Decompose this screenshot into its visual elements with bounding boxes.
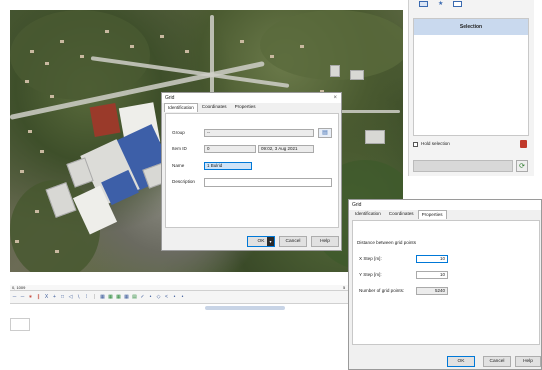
section-label: Distance between grid points (357, 240, 416, 245)
star-tool-icon[interactable]: • (148, 294, 153, 301)
name-label: Name (172, 163, 185, 168)
grid-green2-tool-icon[interactable]: ▦ (116, 294, 121, 301)
browse-group-icon[interactable]: ▤ (318, 128, 332, 138)
drawing-toolbar: ─ ─ ∗ ∥ X + □ ◁ ∖ ⁞ | ▦ ▦ ▦ ▦ ▤ ✓ • ◇ < … (10, 290, 360, 310)
ok-button[interactable]: OK ▾ (247, 236, 275, 247)
folder-icon[interactable] (453, 1, 463, 7)
tab-properties[interactable]: Properties (417, 210, 447, 219)
date-field: 09:02, 3 Aug 2021 (258, 145, 314, 153)
grid-properties-dialog: Grid Identification Coordinates Properti… (348, 199, 542, 370)
line-tool-icon[interactable]: ─ (12, 294, 17, 301)
ok-label: OK (257, 239, 265, 244)
hold-selection-label: Hold selection (421, 141, 450, 146)
point-tool-icon[interactable]: ∗ (28, 294, 33, 301)
horizontal-scrollbar[interactable] (205, 306, 285, 310)
x-step-label: X Step [m]: (359, 256, 382, 261)
tab-identification[interactable]: Identification (164, 103, 198, 112)
plus-tool-icon[interactable]: + (52, 294, 57, 301)
grid-green-tool-icon[interactable]: ▦ (108, 294, 113, 301)
grid-blue-tool-icon[interactable]: ▦ (124, 294, 129, 301)
dot2-tool-icon[interactable]: • (180, 294, 185, 301)
tab-properties[interactable]: Properties (231, 102, 260, 112)
dialog-title: Grid (165, 95, 175, 101)
polyline-tool-icon[interactable]: ─ (20, 294, 25, 301)
check-tool-icon[interactable]: ✓ (140, 294, 145, 301)
selection-list[interactable]: Selection (413, 18, 529, 136)
grid-count-field: 5240 (416, 287, 448, 295)
dialog-title: Grid (352, 202, 362, 208)
help-button[interactable]: Help (311, 236, 339, 247)
hold-selection-checkbox[interactable] (413, 142, 418, 147)
measure-tool-icon[interactable]: ∖ (76, 294, 81, 301)
identification-panel: Group -- ▤ Item ID 0 09:02, 3 Aug 2021 N… (165, 113, 339, 228)
rect-tool-icon[interactable]: □ (60, 294, 65, 301)
tab-coordinates[interactable]: Coordinates (385, 209, 418, 219)
grid-alt-tool-icon[interactable]: ▤ (132, 294, 137, 301)
grid-tool-icon[interactable]: ⁞ (84, 294, 89, 301)
y-step-label: Y Step [m]: (359, 272, 382, 277)
shape-tool-icon[interactable]: ◇ (156, 294, 161, 301)
cross-tool-icon[interactable]: X (44, 294, 49, 301)
clear-selection-icon[interactable] (520, 140, 527, 148)
description-label: Description (172, 179, 195, 184)
tab-coordinates[interactable]: Coordinates (198, 102, 231, 112)
triangle-tool-icon[interactable]: ◁ (68, 294, 73, 301)
grid-count-label: Number of grid points: (359, 288, 405, 293)
separator-icon: | (93, 294, 96, 300)
dialog-titlebar[interactable]: Grid × (162, 93, 341, 103)
selection-input[interactable] (413, 160, 513, 172)
table-tool-icon[interactable]: ▦ (100, 294, 105, 301)
group-label: Group (172, 130, 185, 135)
star-icon[interactable]: ★ (438, 0, 443, 9)
help-button[interactable]: Help (515, 356, 541, 367)
tab-identification[interactable]: Identification (351, 209, 385, 219)
selection-side-panel: ★ Selection Hold selection ⟳ (408, 0, 534, 176)
item-id-label: Item ID (172, 146, 187, 151)
x-step-field[interactable]: 10 (416, 255, 448, 263)
ok-button[interactable]: OK (447, 356, 475, 367)
back-tool-icon[interactable]: < (164, 294, 169, 301)
description-field[interactable] (204, 178, 332, 187)
properties-panel: Distance between grid points X Step [m]:… (352, 220, 540, 345)
close-icon[interactable]: × (333, 93, 337, 103)
layers-icon[interactable] (419, 1, 428, 7)
group-field: -- (204, 129, 314, 137)
y-step-field[interactable]: 10 (416, 271, 448, 279)
name-field[interactable]: 1 Bulrid (204, 162, 252, 170)
refresh-icon[interactable]: ⟳ (516, 160, 528, 172)
cancel-button[interactable]: Cancel (483, 356, 511, 367)
selection-header: Selection (414, 19, 528, 35)
dropdown-arrow-icon[interactable]: ▾ (267, 237, 274, 246)
item-id-field: 0 (204, 145, 256, 153)
dialog-titlebar[interactable]: Grid (349, 200, 541, 210)
cancel-button[interactable]: Cancel (279, 236, 307, 247)
bottom-field[interactable] (10, 318, 30, 331)
dot-tool-icon[interactable]: • (172, 294, 177, 301)
pencil-tool-icon[interactable]: ∥ (36, 294, 41, 301)
grid-identification-dialog: Grid × Identification Coordinates Proper… (161, 92, 342, 251)
